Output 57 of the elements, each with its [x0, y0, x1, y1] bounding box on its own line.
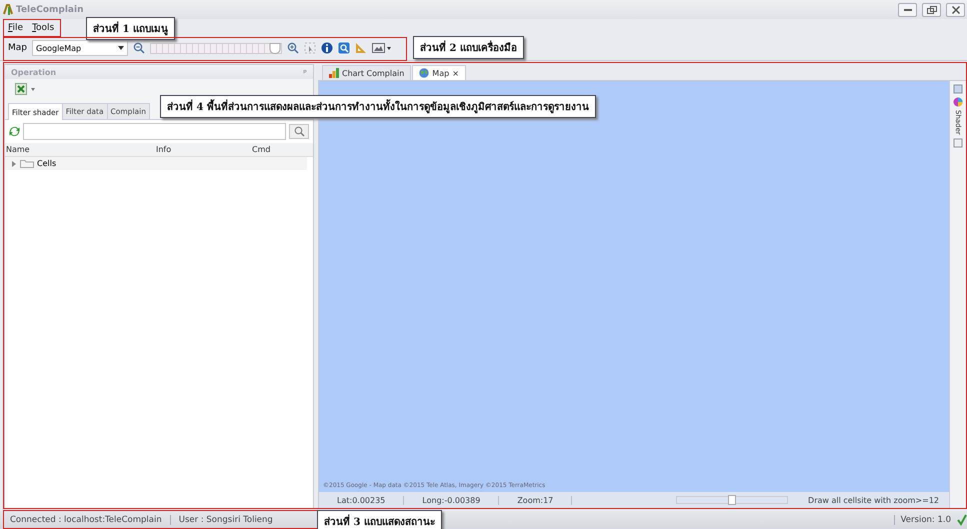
zoom-readout: Zoom:17	[499, 496, 572, 504]
zoom-out-icon[interactable]	[133, 42, 145, 54]
ruler-icon[interactable]	[355, 42, 367, 54]
image-menu-icon[interactable]	[372, 42, 392, 54]
latitude-readout: Lat:0.00235	[319, 496, 404, 504]
annotation-callout: ส่วนที่ 1 แถบเมนู	[86, 17, 175, 40]
bar-chart-icon	[329, 68, 339, 78]
version-label: Version: 1.0	[894, 515, 957, 525]
close-button[interactable]: ×	[452, 68, 459, 78]
connection-status: Connected : localhost:TeleComplain	[10, 515, 171, 525]
status-ok-icon	[957, 514, 967, 526]
cellsite-hint: Draw all cellsite with zoom>=12	[808, 496, 940, 504]
globe-icon	[419, 68, 430, 78]
expand-arrow-icon[interactable]	[11, 160, 17, 166]
tree-row[interactable]: Cells	[5, 157, 307, 170]
window-title: TeleComplain	[16, 4, 84, 14]
minimize-icon	[904, 8, 912, 10]
longitude-readout: Long:-0.00389	[404, 496, 500, 504]
annotation-callout: ส่วนที่ 3 แถบแสดงสถานะ	[317, 510, 442, 529]
map-slider[interactable]	[676, 496, 788, 504]
annotation-callout: ส่วนที่ 4 พื้นที่ส่วนการแสดงผลและส่วนการทำงานทั้งในการดูข้อมูลเชิงภูมิศาสตร์และการดูรายงาน	[160, 95, 596, 118]
menu-item[interactable]: Tools	[32, 22, 54, 32]
map-label: Map	[8, 43, 27, 53]
dropdown-arrow-icon	[118, 46, 124, 50]
minimize-button[interactable]	[898, 2, 917, 16]
column-header[interactable]: Cmd	[251, 143, 313, 156]
close-icon	[952, 6, 960, 14]
app-logo-icon	[3, 4, 13, 15]
zoom-in-icon[interactable]	[287, 42, 299, 54]
folder-icon	[20, 159, 34, 168]
user-status: User : Songsiri Tolieng	[178, 515, 273, 525]
menu-item[interactable]: File	[8, 22, 24, 32]
document-tab[interactable]: Chart Complain	[322, 65, 412, 80]
layers-icon[interactable]	[953, 84, 963, 94]
search-icon	[294, 126, 304, 137]
select-cursor-icon[interactable]	[304, 42, 316, 54]
color-wheel-icon[interactable]	[953, 97, 963, 107]
restore-button[interactable]	[922, 2, 941, 16]
tree-label: Cells	[37, 159, 56, 168]
close-button[interactable]	[946, 2, 965, 16]
column-header[interactable]: Name	[5, 143, 155, 156]
refresh-icon[interactable]	[9, 126, 20, 137]
annotation-callout: ส่วนที่ 2 แถบเครื่องมือ	[413, 36, 524, 59]
spreadsheet-menu-icon[interactable]	[15, 83, 37, 95]
info-icon[interactable]	[321, 42, 333, 54]
panel-title: Operation	[11, 68, 56, 76]
slider-thumb[interactable]	[728, 495, 736, 505]
zoom-slider[interactable]	[150, 42, 282, 54]
search-icon[interactable]	[338, 42, 350, 54]
restore-icon	[926, 6, 936, 14]
search-button[interactable]	[289, 124, 309, 139]
panel-icon[interactable]	[953, 138, 963, 148]
map-select[interactable]: GoogleMap	[32, 40, 128, 56]
slider-thumb[interactable]	[269, 42, 280, 54]
search-field[interactable]	[23, 123, 286, 140]
column-header[interactable]: Info	[155, 143, 251, 156]
document-tab[interactable]: Map ×	[412, 65, 466, 80]
